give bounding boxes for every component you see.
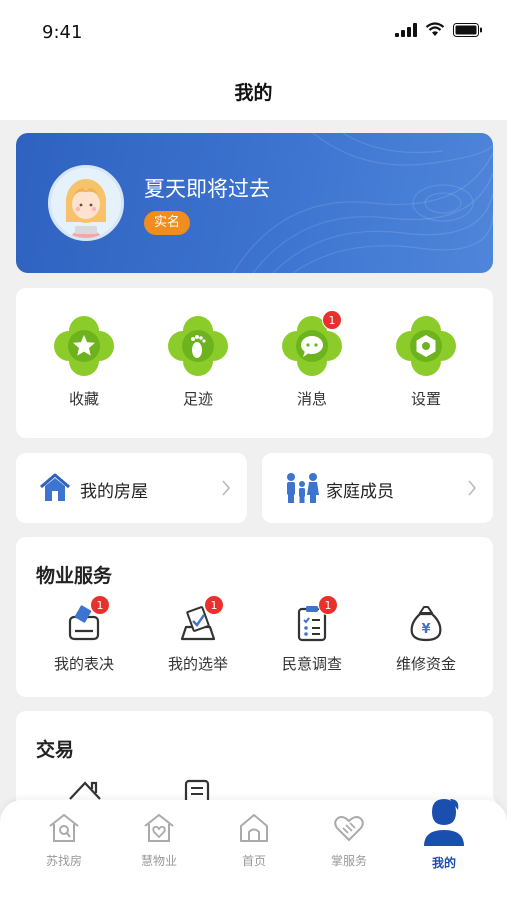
- money-bag-icon: ¥: [410, 606, 442, 642]
- status-time: 9:41: [42, 22, 83, 43]
- wifi-icon: [425, 22, 445, 36]
- status-icons: [395, 22, 483, 37]
- star-icon: [54, 316, 114, 376]
- svc-item-my-election[interactable]: 1 我的选举: [148, 595, 248, 674]
- quick-item-label: 设置: [410, 390, 441, 408]
- tab-label: 掌服务: [330, 854, 367, 868]
- quick-item-messages[interactable]: 1 消息: [272, 310, 352, 409]
- tab-smart-property[interactable]: 慧物业: [119, 810, 199, 869]
- smart-property-icon: [144, 813, 174, 842]
- chevron-right-icon: [222, 480, 231, 496]
- user-icon: [424, 799, 464, 846]
- svc-label: 我的表决: [53, 655, 114, 673]
- svc-label: 我的选举: [167, 655, 228, 673]
- settings-icon: [396, 316, 456, 376]
- quick-item-settings[interactable]: 设置: [386, 314, 466, 409]
- quick-item-label: 消息: [296, 390, 327, 408]
- realname-badge: 实名: [144, 211, 191, 235]
- tab-home[interactable]: 首页: [214, 810, 294, 869]
- tab-house-search[interactable]: 苏找房: [24, 810, 104, 869]
- notification-badge: 1: [90, 595, 110, 615]
- handshake-icon: [334, 816, 364, 842]
- house-search-icon: [49, 813, 79, 842]
- avatar[interactable]: [48, 165, 124, 241]
- family-members-link[interactable]: 家庭成员: [262, 453, 493, 523]
- tab-services[interactable]: 掌服务: [309, 810, 389, 869]
- battery-icon: [453, 22, 482, 37]
- quick-item-label: 足迹: [182, 390, 213, 408]
- footprint-icon: [168, 316, 228, 376]
- svc-label: 维修资金: [395, 655, 456, 673]
- top-bar: 9:41 我的: [0, 0, 507, 120]
- tab-label: 苏找房: [45, 854, 82, 868]
- svc-item-opinion-survey[interactable]: 1 民意调查: [262, 595, 362, 674]
- bottom-tab-bar: 苏找房 慧物业 首页 掌服务 我的: [0, 799, 507, 900]
- section-title: 交易: [36, 739, 75, 761]
- my-house-link[interactable]: 我的房屋: [16, 453, 247, 523]
- chevron-right-icon: [468, 480, 477, 496]
- link-label: 家庭成员: [326, 482, 394, 502]
- svc-label: 民意调查: [281, 655, 342, 673]
- notification-badge: 1: [318, 595, 338, 615]
- page-title: 我的: [234, 82, 273, 104]
- quick-item-footprint[interactable]: 足迹: [158, 314, 238, 409]
- home-icon: [240, 814, 268, 842]
- notification-badge: 1: [204, 595, 224, 615]
- girl-avatar-icon: [66, 179, 106, 238]
- quick-item-favorites[interactable]: 收藏: [44, 314, 124, 409]
- house-icon: [40, 473, 70, 501]
- link-label: 我的房屋: [80, 482, 148, 502]
- svc-item-my-vote[interactable]: 1 我的表决: [34, 595, 134, 674]
- svg-text:¥: ¥: [421, 622, 430, 637]
- section-title: 物业服务: [36, 565, 113, 587]
- property-services-card: 物业服务 1 我的表决 1 我的选举 1 民意调查 ¥ 维修资金: [16, 537, 493, 697]
- tab-label: 慧物业: [140, 854, 177, 868]
- tab-label: 我的: [431, 856, 456, 870]
- contour-pattern: [232, 133, 493, 273]
- tab-mine[interactable]: 我的: [404, 796, 484, 871]
- signal-icon: [395, 22, 417, 37]
- family-icon: [287, 473, 319, 503]
- unread-badge: 1: [322, 310, 342, 330]
- quick-actions-card: 收藏 足迹 1 消息 设置: [16, 288, 493, 438]
- svc-item-maintenance-fund[interactable]: ¥ 维修资金: [376, 603, 476, 674]
- quick-item-label: 收藏: [68, 390, 99, 408]
- tab-label: 首页: [241, 854, 266, 868]
- profile-card[interactable]: 夏天即将过去 实名: [16, 133, 493, 273]
- username: 夏天即将过去: [144, 177, 270, 201]
